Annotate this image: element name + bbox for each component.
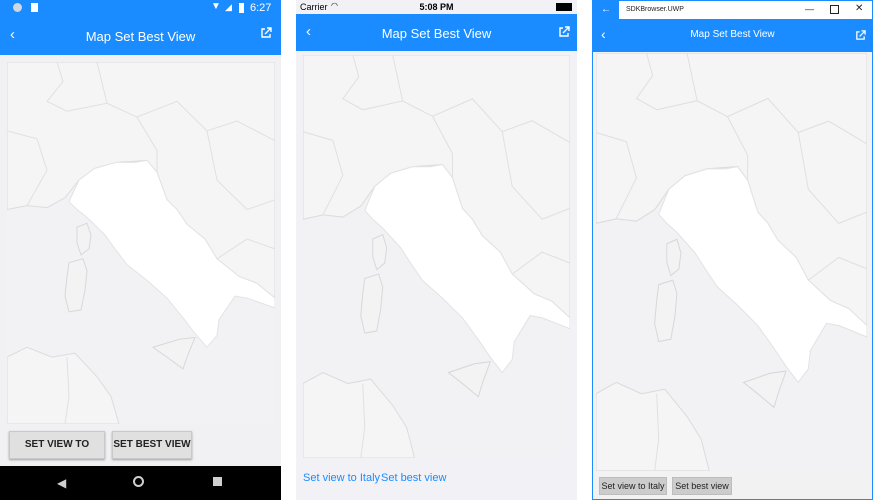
close-icon[interactable]: ✕ [855,3,863,14]
recents-nav-icon[interactable] [213,477,222,486]
set-view-to-italy-link[interactable]: Set view to Italy [303,472,380,484]
home-nav-icon[interactable] [133,476,144,487]
set-view-to-italy-button[interactable]: Set view to Italy [599,477,667,495]
set-best-view-button[interactable]: Set best view [672,477,732,495]
set-view-to-italy-button[interactable]: SET VIEW TO ITALY [9,431,105,476]
ios-device: Carrier ◠ 5:08 PM ‹ Map Set Best View Se… [296,0,577,500]
page-title: Map Set Best View [85,29,196,44]
external-link-icon[interactable] [558,25,570,43]
nav-bar: ‹ Map Set Best View [296,14,577,51]
window-title: SDKBrowser.UWP [626,6,684,13]
set-best-view-button[interactable]: SET BEST VIEW [112,431,192,459]
page-title: Map Set Best View [381,26,492,41]
status-bar: Carrier ◠ 5:08 PM [296,0,577,14]
signal-icon: ◢ [225,2,232,12]
external-link-icon[interactable] [855,28,866,46]
page-title: Map Set Best View [690,29,775,40]
window-back-button[interactable]: ← [593,1,619,19]
system-nav-bar: ◀ [0,466,281,500]
map-view[interactable] [596,53,867,471]
maximize-icon[interactable] [830,5,839,14]
status-bar: ▼ ◢ 6:27 [0,0,281,16]
external-link-icon[interactable] [260,26,272,44]
battery-icon [239,3,244,13]
battery-icon [556,3,572,11]
android-device: ▼ ◢ 6:27 ‹ Map Set Best View SET VIEW TO… [0,0,281,500]
wifi-icon: ▼ [211,1,221,12]
minimize-icon[interactable]: — [805,4,814,14]
map-view[interactable] [303,55,570,458]
nav-bar: ‹ Map Set Best View [593,19,872,52]
nav-bar: ‹ Map Set Best View [0,16,281,55]
back-nav-icon[interactable]: ◀ [57,476,66,490]
notification-icon [13,3,22,12]
set-best-view-link[interactable]: Set best view [381,472,446,484]
sd-card-icon [31,3,38,12]
status-time: 5:08 PM [419,2,454,12]
window-title-bar: ← SDKBrowser.UWP — ✕ [593,1,872,19]
uwp-window: ← SDKBrowser.UWP — ✕ ‹ Map Set Best View… [592,0,873,500]
map-view[interactable] [7,62,275,424]
status-time: 6:27 [250,2,272,14]
